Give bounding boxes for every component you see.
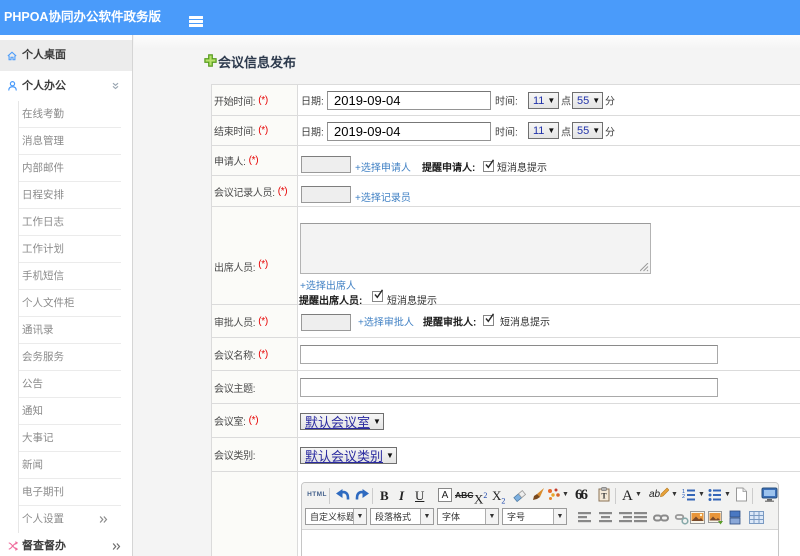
svg-text:T: T [601,492,607,501]
svg-text:2: 2 [682,494,685,500]
